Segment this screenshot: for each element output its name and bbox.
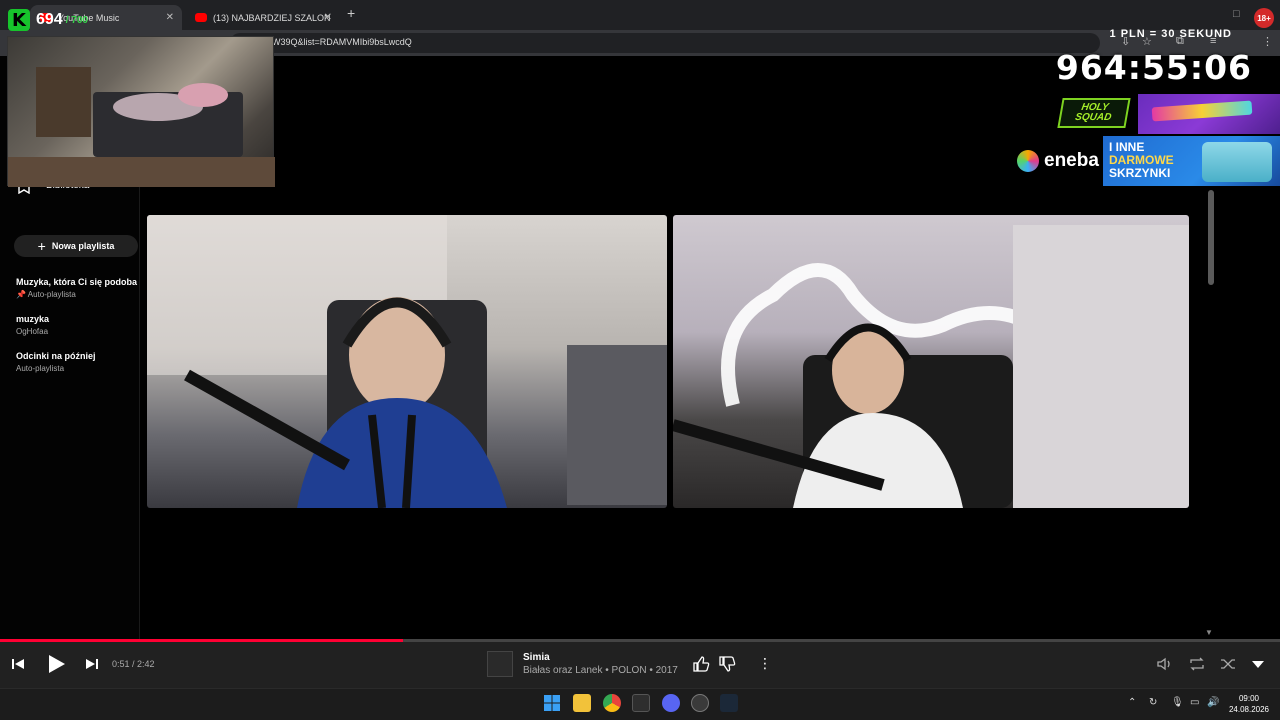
- thumbs-up-icon[interactable]: [692, 655, 710, 673]
- playlist-subtitle: OgHofaa: [16, 327, 49, 336]
- crates-sponsor-banner: I INNE DARMOWE SKRZYNKI: [1103, 136, 1280, 186]
- clock-time: 09:00: [1238, 694, 1260, 703]
- counter-max: / 700: [65, 14, 88, 26]
- webcam-left-scene: [147, 215, 667, 508]
- playlist-subtitle: Auto-playlista: [27, 290, 76, 299]
- crates-line: SKRZYNKI: [1109, 166, 1171, 180]
- windows-start-icon[interactable]: [543, 694, 561, 712]
- playback-time: 0:51 / 2:42: [112, 659, 155, 669]
- previous-track-icon[interactable]: [10, 656, 26, 672]
- player-bar: [0, 640, 1280, 688]
- speaker-icon[interactable]: 🔊: [1207, 697, 1219, 708]
- bedroom-cam: [7, 36, 275, 187]
- system-clock[interactable]: 09:00 24.08.2026: [1228, 693, 1270, 715]
- webcam-right: [673, 215, 1189, 508]
- scrollbar-thumb[interactable]: [1208, 190, 1214, 285]
- album-art[interactable]: [487, 651, 513, 677]
- shuffle-icon[interactable]: [1219, 655, 1237, 673]
- steam-icon[interactable]: [720, 694, 738, 712]
- eneba-logo-icon: [1017, 150, 1039, 172]
- playlist-liked[interactable]: Muzyka, która Ci się podoba 📌 Auto-playl…: [16, 277, 140, 299]
- tray-expand-icon[interactable]: ⌃: [1128, 697, 1136, 708]
- playlist-title: muzyka: [16, 314, 50, 324]
- playlist-later[interactable]: Odcinki na później Auto-playlista: [16, 351, 140, 373]
- youtube-icon: [195, 13, 207, 22]
- discord-icon[interactable]: [662, 694, 680, 712]
- counter-value: 694: [36, 11, 63, 28]
- close-tab-icon[interactable]: ✕: [166, 12, 174, 23]
- file-explorer-icon[interactable]: [573, 694, 591, 712]
- plus-icon: +: [37, 238, 46, 254]
- new-tab-button[interactable]: +: [347, 5, 355, 21]
- menu-dots-icon[interactable]: ⋮: [1262, 35, 1273, 48]
- volume-icon[interactable]: [1156, 655, 1174, 673]
- skin-sponsor-banner: [1138, 94, 1280, 134]
- crates-text: I INNE DARMOWE SKRZYNKI: [1109, 141, 1174, 180]
- maximize-icon[interactable]: □: [1233, 8, 1240, 20]
- new-playlist-label: Nowa playlista: [51, 241, 115, 251]
- new-playlist-button[interactable]: + Nowa playlista: [14, 235, 138, 257]
- timer-label: 1 PLN = 30 SEKUND: [1109, 28, 1232, 40]
- webcam-right-scene: [673, 225, 1189, 508]
- song-meta[interactable]: Białas oraz Lanek • POLON • 2017: [523, 665, 678, 676]
- playlist-title: Odcinki na później: [16, 351, 96, 361]
- crate-icon: [1202, 142, 1272, 182]
- viewer-counter: K 694 / 700: [8, 6, 128, 34]
- tab-video[interactable]: (13) NAJBARDZIEJ SZALONA G ✕: [185, 5, 340, 30]
- xbox-app-icon[interactable]: [632, 694, 650, 712]
- playlist-subtitle: Auto-playlista: [16, 364, 65, 373]
- song-title[interactable]: Simia: [523, 652, 550, 663]
- microphone-icon[interactable]: 🎙: [1171, 697, 1184, 708]
- repeat-icon[interactable]: [1188, 655, 1206, 673]
- tab-title: (13) NAJBARDZIEJ SZALONA G: [213, 12, 330, 23]
- kick-logo-icon: K: [8, 9, 30, 31]
- obs-icon[interactable]: [691, 694, 709, 712]
- pin-icon: 📌: [16, 290, 26, 299]
- subathon-timer: 964:55:06: [1055, 48, 1252, 87]
- eneba-label: eneba: [1044, 150, 1099, 171]
- more-options-icon[interactable]: ⋮: [756, 655, 774, 673]
- network-icon[interactable]: ▭: [1190, 697, 1199, 708]
- sync-icon[interactable]: ↻: [1149, 697, 1157, 708]
- url-text: W39Q&list=RDAMVMIbi9bsLwcdQ: [272, 37, 412, 47]
- playlist-muzyka[interactable]: muzyka OgHofaa: [16, 314, 140, 336]
- progress-fill: [0, 639, 404, 642]
- next-track-icon[interactable]: [84, 656, 100, 672]
- scroll-down-icon[interactable]: ▼: [1205, 628, 1213, 637]
- expand-player-icon[interactable]: [1249, 655, 1267, 673]
- eneba-sponsor: eneba: [1017, 150, 1099, 172]
- holy-squad-logo: HOLY SQUAD: [1057, 98, 1131, 128]
- adult-badge: 18+: [1254, 8, 1274, 28]
- play-icon[interactable]: [44, 652, 68, 676]
- gun-skin-icon: [1151, 100, 1253, 122]
- thumbs-down-icon[interactable]: [718, 655, 736, 673]
- bedroom-cam-scene: [8, 67, 275, 187]
- webcam-left: [147, 215, 667, 508]
- playlist-title: Muzyka, która Ci się podoba: [16, 277, 138, 287]
- close-tab-icon[interactable]: ✕: [324, 12, 332, 23]
- chrome-icon[interactable]: [603, 694, 621, 712]
- clock-date: 24.08.2026: [1228, 705, 1270, 714]
